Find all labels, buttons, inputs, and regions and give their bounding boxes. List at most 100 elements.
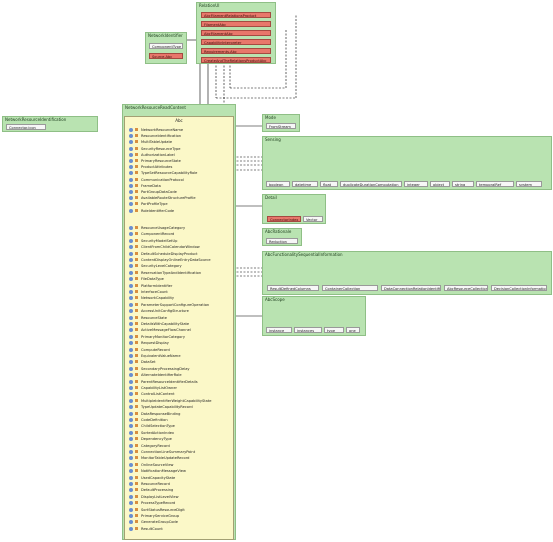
left-small-item[interactable]: Source.Abc — [149, 53, 183, 59]
enum-value[interactable]: type — [324, 327, 344, 333]
attribute-row[interactable]: TypeUpdateCapabilityRecord — [129, 404, 193, 410]
attribute-label: TypeUpdateCapabilityRecord — [141, 405, 193, 410]
enum-value[interactable]: string — [452, 181, 474, 187]
attribute-row[interactable]: MultiTableUpdate — [129, 139, 172, 145]
attribute-row[interactable]: DefaultProcessing — [129, 487, 173, 493]
top-item[interactable]: AbcFilamentRelationsProduct — [201, 12, 271, 18]
enum-value[interactable]: float — [320, 181, 338, 187]
attribute-row[interactable]: DetailsWithCapabilityState — [129, 321, 189, 327]
attribute-row[interactable]: DisplayListLevelView — [129, 494, 179, 500]
enum-value[interactable]: instance — [266, 327, 292, 333]
attribute-row[interactable]: InterfaceCount — [129, 289, 168, 295]
top-item[interactable]: CapabilityInterpreter — [201, 39, 271, 45]
detail-item[interactable]: Vector — [303, 216, 323, 222]
attribute-row[interactable]: ResourceIdentification — [129, 133, 181, 139]
attribute-row[interactable]: OnlineSourceView — [129, 462, 173, 468]
top-item[interactable]: FilamentAbc — [201, 21, 271, 27]
attribute-row[interactable]: ControlListContent — [129, 391, 175, 397]
attribute-row[interactable]: PrimaryResourceState — [129, 158, 181, 164]
attribute-label: CodeDefinition — [141, 418, 168, 422]
attribute-row[interactable]: ReservationTypeAndIdentification — [129, 270, 201, 276]
detail-item[interactable]: ConnectorIndex — [267, 216, 301, 222]
attribute-row[interactable]: ResourceState — [129, 315, 167, 321]
attribute-row[interactable]: DefaultScheduleDisplayProduct — [129, 251, 198, 257]
top-item[interactable]: AbcFilamentAbc — [201, 30, 271, 36]
attribute-row[interactable]: EquivalentValueName — [129, 353, 181, 359]
attribute-row[interactable]: RoleIdentifierCode — [129, 208, 174, 214]
attribute-row[interactable]: FileDataType — [129, 276, 164, 282]
enum-value[interactable]: one — [346, 327, 360, 333]
enum-value[interactable]: ResultDefinedColumns — [267, 285, 319, 291]
attribute-row[interactable]: DataResponseBinding — [129, 411, 180, 417]
attribute-row[interactable]: ParentResourceIdentifierDetails — [129, 379, 198, 385]
attribute-row[interactable]: DataSet — [129, 359, 155, 365]
attribute-row[interactable]: ProductAttributes — [129, 164, 172, 170]
attribute-row[interactable]: ContentDisplayOnlineEntryDataSource — [129, 257, 211, 263]
enum-value[interactable]: object — [430, 181, 450, 187]
top-item[interactable]: CreateAndTheRelationsProductAbc — [201, 57, 271, 63]
attribute-row[interactable]: ComponentRecord — [129, 231, 174, 237]
attribute-row[interactable]: PrimaryServiceGroup — [129, 513, 179, 519]
attribute-row[interactable]: SecurityResourceType — [129, 146, 181, 152]
enum-value[interactable]: duplicateDurationComputation — [340, 181, 402, 187]
attribute-row[interactable]: CapabilityListOwner — [129, 385, 177, 391]
far-left-item[interactable]: Connector.icon — [6, 124, 46, 130]
attribute-row[interactable]: UsedCapacityState — [129, 475, 175, 481]
attribute-row[interactable]: RequestDisplay — [129, 340, 169, 346]
top-item[interactable]: Requirements.Abc — [201, 48, 271, 54]
attribute-row[interactable]: NotificationMessageView — [129, 468, 186, 474]
attribute-row[interactable]: SortStatusResourceDigit — [129, 507, 185, 513]
enum-value[interactable]: AbcResourceCollection — [444, 285, 488, 291]
attribute-row[interactable]: ActiveMessageFlowChannel — [129, 327, 191, 333]
attribute-row[interactable]: ProcessTypeRecord — [129, 500, 175, 506]
attribute-row[interactable]: MultipleIdentifierWeightCapabilityState — [129, 398, 212, 404]
enum-value[interactable]: DecisionCollectionInformation — [491, 285, 547, 291]
attribute-row[interactable]: ParameterSupportConfigureOperation — [129, 302, 209, 308]
attribute-row[interactable]: NetworkCapability — [129, 295, 174, 301]
attribute-row[interactable]: ChildSelectionType — [129, 423, 175, 429]
attribute-row[interactable]: ComputeRecord — [129, 347, 170, 353]
attribute-label: NetworkResourceName — [141, 128, 184, 132]
architecture-item[interactable]: Reduction — [266, 238, 298, 244]
enum-value[interactable]: DataConnectionRelationIdentifier — [381, 285, 441, 291]
attribute-row[interactable]: SecondaryProcessingDelay — [129, 366, 190, 372]
attribute-row[interactable]: ResultCount — [129, 526, 163, 532]
attribute-row[interactable]: AvailableRouteStructureProfile — [129, 195, 196, 201]
attribute-row[interactable]: CategoryRecord — [129, 443, 170, 449]
attribute-row[interactable]: CodeDefinition — [129, 417, 168, 423]
left-small-item[interactable]: ComponentType — [149, 43, 183, 49]
attribute-row[interactable]: AccessUnitConfigStructure — [129, 308, 189, 314]
attribute-row[interactable]: MonitorTableUpdateRecord — [129, 455, 189, 461]
attribute-row[interactable]: PrimaryMonitorCategory — [129, 334, 185, 340]
mode-item[interactable]: FromStream — [266, 123, 296, 129]
enum-value[interactable]: integer — [404, 181, 428, 187]
enum-value[interactable]: datetime — [292, 181, 318, 187]
attribute-row[interactable]: ResourceRecord — [129, 481, 170, 487]
enum-value[interactable]: system — [516, 181, 542, 187]
attribute-row[interactable]: GenerateGroupCode — [129, 519, 178, 525]
attribute-row[interactable]: TypeSetResourceCapabilityRole — [129, 170, 197, 176]
attribute-row[interactable]: AlternateIdentifierRole — [129, 372, 182, 378]
attribute-row[interactable]: PlatformIdentifier — [129, 283, 172, 289]
attribute-row[interactable]: SecurityModelSetUp — [129, 238, 177, 244]
attribute-row[interactable]: AuthorizationLabel — [129, 152, 175, 158]
attribute-label: SecondaryProcessingDelay — [141, 366, 190, 371]
attribute-row[interactable]: PortProfileType — [129, 201, 168, 207]
attribute-row[interactable]: ConnectionLineSummaryPoint — [129, 449, 195, 455]
enum-value[interactable]: ContainerCollection — [322, 285, 378, 291]
enum-value[interactable]: instances — [294, 327, 322, 333]
enum-value[interactable]: boolean — [266, 181, 290, 187]
enum-value[interactable]: temporalRef — [476, 181, 514, 187]
attribute-icon — [129, 171, 133, 176]
attribute-row[interactable]: ClientFromChildCalendarWindow — [129, 244, 200, 250]
attribute-row[interactable]: FrameData — [129, 183, 161, 189]
attribute-row[interactable]: DependencyType — [129, 436, 172, 442]
attribute-row[interactable]: CommunicationProtocol — [129, 177, 184, 183]
attribute-icon — [129, 507, 133, 512]
visibility-icon — [135, 296, 138, 300]
attribute-row[interactable]: SecurityLevelCategory — [129, 263, 182, 269]
attribute-row[interactable]: NetworkResourceName — [129, 127, 183, 133]
attribute-row[interactable]: PortGroupDataCode — [129, 189, 177, 195]
attribute-row[interactable]: ResourceUsageCategory — [129, 225, 185, 231]
attribute-row[interactable]: SortedActionIndex — [129, 430, 174, 436]
